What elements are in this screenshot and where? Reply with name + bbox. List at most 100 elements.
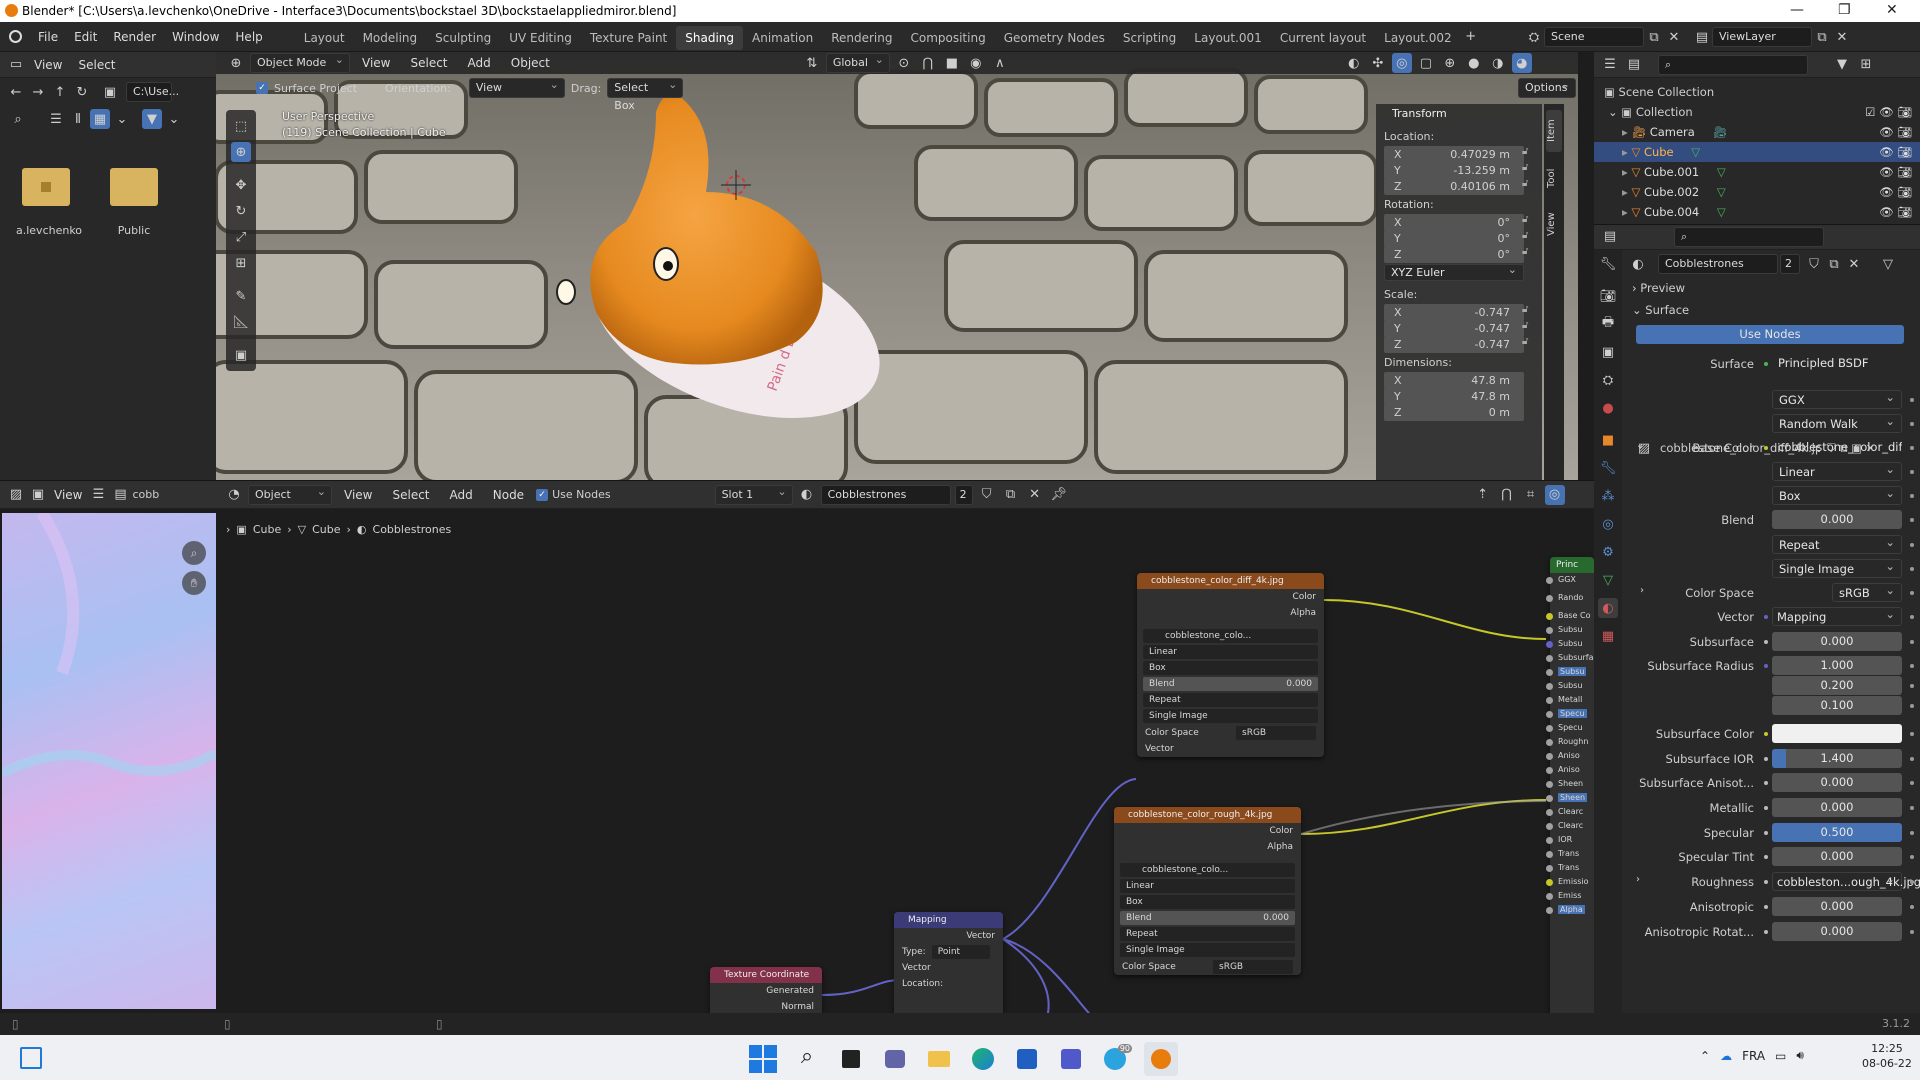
drag-dropdown[interactable]: Select Box	[607, 76, 684, 112]
input-socket[interactable]	[1546, 837, 1553, 844]
colorspace-dropdown[interactable]: sRGB	[1236, 726, 1316, 740]
loc-x-field[interactable]: X 0.47029 m	[1384, 146, 1524, 163]
mesh-data-icon[interactable]: ▽	[1688, 145, 1700, 159]
subsurface-color-swatch[interactable]	[1772, 724, 1902, 743]
interpolation-dropdown[interactable]: Linear	[1772, 460, 1902, 481]
collection-visibility-icon[interactable]: ☑ 👁︎ 📷︎	[1865, 102, 1912, 122]
rot-x-field[interactable]: X 0°	[1384, 214, 1524, 231]
chevron-right-icon[interactable]: ›	[1640, 585, 1644, 596]
measure-tool-icon[interactable]: 📐︎	[231, 312, 251, 332]
tab-layout[interactable]: Layout	[295, 26, 354, 50]
file-explorer-icon[interactable]	[924, 1044, 954, 1074]
tab-scripting[interactable]: Scripting	[1114, 26, 1185, 50]
projection-dropdown[interactable]: Box	[1143, 661, 1318, 675]
menu-file[interactable]: File	[30, 22, 66, 52]
principled-input[interactable]: Clearc	[1546, 819, 1594, 833]
mesh-data-icon[interactable]: ▽	[1713, 185, 1726, 199]
tool-tab-icon[interactable]: 🔧︎	[1598, 254, 1618, 274]
constraints-tab-icon[interactable]: ⚙︎	[1598, 542, 1618, 562]
input-socket[interactable]	[1546, 613, 1553, 620]
new-collection-icon[interactable]: ⊞	[1856, 55, 1876, 75]
socket-icon[interactable]	[1764, 905, 1768, 909]
solid-shading-icon[interactable]: ●	[1464, 53, 1484, 73]
rotate-tool-icon[interactable]: ↻	[231, 201, 251, 221]
minimize-button[interactable]: —	[1790, 2, 1804, 18]
input-socket[interactable]	[1546, 823, 1553, 830]
keyframe-icon[interactable]	[1910, 855, 1914, 859]
back-icon[interactable]: ←	[6, 82, 26, 102]
display-mode-icon[interactable]: ▤	[1624, 55, 1644, 75]
clock[interactable]: 12:25 08-06-22	[1862, 1041, 1912, 1071]
input-socket[interactable]	[1546, 627, 1553, 634]
tab-modeling[interactable]: Modeling	[354, 26, 427, 50]
tab-tool[interactable]: Tool	[1546, 158, 1562, 198]
metallic-field[interactable]: 0.000	[1772, 798, 1902, 817]
refresh-icon[interactable]: ↻	[72, 82, 92, 102]
scl-z-field[interactable]: Z -0.747	[1384, 336, 1524, 353]
overlays-icon[interactable]: ◎	[1391, 53, 1412, 73]
input-socket[interactable]	[1546, 781, 1553, 788]
rotation-mode-dropdown[interactable]: XYZ Euler	[1384, 262, 1524, 281]
principled-input[interactable]: Metall	[1546, 693, 1594, 707]
keyframe-icon[interactable]	[1910, 806, 1914, 810]
vp-menu-object[interactable]: Object	[503, 52, 558, 74]
input-socket[interactable]	[1546, 641, 1553, 648]
keyframe-icon[interactable]	[1910, 757, 1914, 761]
input-socket[interactable]	[1546, 907, 1553, 914]
anisotropic-field[interactable]: 0.000	[1772, 897, 1902, 916]
scl-y-field[interactable]: Y -0.747	[1384, 320, 1524, 337]
principled-input[interactable]: Sheen	[1546, 791, 1594, 805]
new-scene-icon[interactable]: ⧉	[1644, 27, 1664, 47]
subsurface-method-dropdown[interactable]: Random Walk	[1772, 412, 1902, 433]
fb-menu-select[interactable]: Select	[70, 52, 123, 78]
shader-node-editor[interactable]: ◔ Object View Select Add Node ✓ Use Node…	[216, 481, 1594, 1013]
source-dropdown[interactable]: Single Image	[1120, 943, 1295, 957]
principled-input[interactable]: Roughn	[1546, 735, 1594, 749]
teams-icon[interactable]	[1056, 1044, 1086, 1074]
modifier-tab-icon[interactable]: 🔧︎	[1598, 458, 1618, 478]
input-socket[interactable]	[1546, 683, 1553, 690]
keyframe-icon[interactable]	[1910, 732, 1914, 736]
volume-icon[interactable]: 🔊︎	[1796, 1048, 1804, 1063]
add-workspace-icon[interactable]: +	[1461, 27, 1481, 47]
menu-help[interactable]: Help	[227, 22, 270, 52]
visibility-icon[interactable]: 👁︎ 📷︎	[1879, 122, 1912, 142]
outliner-item-camera[interactable]: ▸ 🎥︎ Camera 🎥︎ 👁︎ 📷︎	[1594, 122, 1920, 142]
socket-icon[interactable]	[1764, 615, 1768, 619]
keyframe-icon[interactable]	[1910, 591, 1914, 595]
principled-input[interactable]: Aniso	[1546, 749, 1594, 763]
filter-icon[interactable]: ▼	[1832, 55, 1852, 75]
gizmo-icon[interactable]: ✣	[1368, 53, 1388, 73]
snap-target-icon[interactable]: ■	[942, 53, 962, 73]
unlink-material-icon[interactable]: ✕	[1844, 254, 1864, 274]
delete-scene-icon[interactable]: ✕	[1664, 27, 1684, 47]
cursor-tool-icon[interactable]: ⊕	[231, 142, 251, 162]
list-view-icon[interactable]: ☰	[46, 109, 66, 129]
outliner-item-cube-004[interactable]: ▸ ▽ Cube.004 ▽ 👁︎ 📷︎	[1594, 202, 1920, 222]
input-socket[interactable]	[1546, 851, 1553, 858]
lock-icon[interactable]: 🔓︎	[1522, 230, 1528, 241]
editor-type-icon[interactable]: ▨	[6, 485, 26, 505]
socket-icon[interactable]	[1764, 757, 1768, 761]
object-tab-icon[interactable]: ■	[1598, 430, 1618, 450]
keyframe-icon[interactable]	[1910, 543, 1914, 547]
snap-icon[interactable]: ⋂	[918, 53, 938, 73]
telegram-icon[interactable]: 90	[1100, 1044, 1132, 1074]
specular-field[interactable]: 0.500	[1772, 823, 1902, 842]
input-socket[interactable]	[1546, 809, 1553, 816]
filter-icon[interactable]: ▼	[142, 109, 162, 129]
move-tool-icon[interactable]: ✥	[231, 175, 251, 195]
distribution-dropdown[interactable]: GGX	[1772, 388, 1902, 409]
principled-input[interactable]: Specu	[1546, 707, 1594, 721]
loc-y-field[interactable]: Y -13.259 m	[1384, 162, 1524, 179]
principled-input[interactable]: Sheen	[1546, 777, 1594, 791]
image-selector[interactable]: cobblestone_colo...	[1120, 863, 1295, 877]
path-field[interactable]: C:\Use...	[126, 82, 179, 102]
visibility-icon[interactable]: 👁︎ 📷︎	[1879, 142, 1912, 162]
close-button[interactable]: ✕	[1886, 2, 1898, 18]
keyframe-icon[interactable]	[1910, 446, 1914, 450]
principled-input[interactable]: Base Co	[1546, 609, 1594, 623]
texture-coordinate-node[interactable]: Texture Coordinate Generated Normal	[710, 967, 822, 1013]
scene-tab-icon[interactable]: ⛭	[1598, 370, 1618, 390]
tab-layout-001[interactable]: Layout.001	[1185, 26, 1271, 50]
